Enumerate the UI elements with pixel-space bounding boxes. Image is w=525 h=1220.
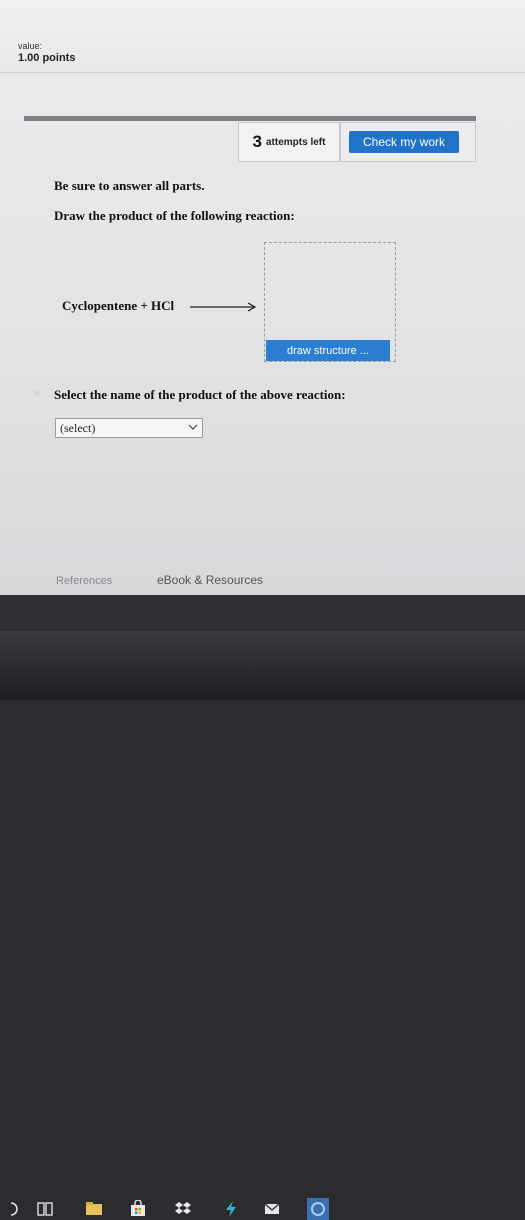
check-work-panel: Check my work: [340, 122, 476, 162]
back-icon[interactable]: [2, 1200, 20, 1218]
value-label: value:: [18, 41, 43, 51]
file-explorer-icon[interactable]: [85, 1200, 103, 1218]
store-icon[interactable]: [129, 1200, 147, 1218]
instruction-text: Be sure to answer all parts.: [54, 178, 205, 193]
mail-icon[interactable]: [263, 1200, 281, 1218]
check-my-work-button[interactable]: Check my work: [349, 131, 459, 153]
monitor-bezel: [0, 631, 525, 700]
reaction-text: Cyclopentene + HCl: [62, 298, 175, 313]
windows-taskbar: [0, 595, 525, 1220]
draw-structure-button[interactable]: draw structure ...: [266, 340, 390, 361]
points-label: 1.00 points: [18, 52, 76, 64]
dropbox-icon[interactable]: [174, 1200, 192, 1218]
question-header: value: 1.00 points: [0, 0, 525, 73]
ebook-resources-link[interactable]: eBook & Resources: [157, 573, 263, 587]
attempts-count: 3: [252, 132, 262, 151]
bolt-app-icon[interactable]: [222, 1200, 240, 1218]
attempts-indicator: 3 attempts left: [238, 122, 340, 162]
attempts-text: attempts left: [266, 136, 326, 148]
task-view-icon[interactable]: [36, 1200, 54, 1218]
chevron-down-icon: [188, 424, 198, 430]
references-link[interactable]: References: [56, 575, 112, 587]
select-value: (select): [60, 420, 96, 435]
edge-icon[interactable]: [307, 1198, 329, 1220]
reaction-arrow-icon: [190, 302, 257, 312]
product-name-select[interactable]: (select): [55, 418, 203, 438]
question-prompt: Draw the product of the following reacti…: [54, 208, 295, 223]
bullet-icon: [34, 390, 40, 396]
toolbar-divider: [24, 116, 476, 121]
browser-page: value: 1.00 points 3 attempts left Check…: [0, 0, 525, 595]
select-question: Select the name of the product of the ab…: [54, 387, 346, 402]
